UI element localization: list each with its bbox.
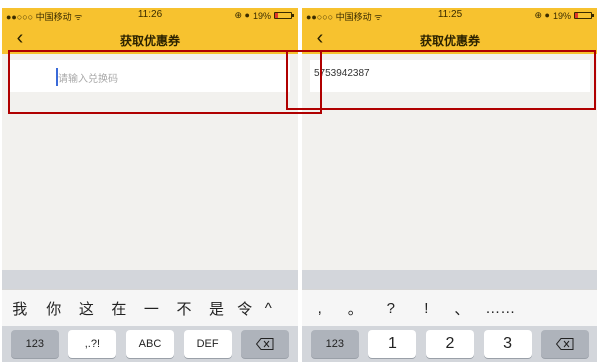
alarm-icon: ⊕ ● <box>234 10 250 20</box>
candidate-item[interactable]: 不 <box>168 298 201 319</box>
candidate-item[interactable]: …… <box>480 300 521 317</box>
key-label: 3 <box>503 335 513 352</box>
candidate-item[interactable]: 你 <box>38 298 71 319</box>
key-123[interactable]: 123 <box>310 330 359 358</box>
candidate-item[interactable]: 是 <box>200 298 233 319</box>
key-label: 2 <box>445 335 455 352</box>
candidate-bar: 我 你 这 在 一 不 是 令 ^ <box>2 289 298 326</box>
key-punct[interactable]: ,.?! <box>68 330 117 358</box>
candidate-item[interactable]: 这 <box>70 298 103 319</box>
keyboard-row: 123 ,.?! ABC DEF <box>2 326 298 362</box>
delete-key[interactable] <box>241 330 290 358</box>
key-1[interactable]: 1 <box>368 330 417 358</box>
right-phone-screen: ●●○○○ 中国移动 ᯤ 11:25 ⊕ ● 19% ‹ 获取优惠券 57539… <box>302 8 597 362</box>
left-phone-screen: ●●○○○ 中国移动 ᯤ 11:26 ⊕ ● 19% ‹ 获取优惠券 请输入兑换… <box>2 8 298 362</box>
key-123[interactable]: 123 <box>10 330 59 358</box>
battery-icon <box>274 12 294 19</box>
key-label: 1 <box>387 335 397 352</box>
chevron-up-icon[interactable]: ^ <box>256 300 280 317</box>
key-abc[interactable]: ABC <box>125 330 174 358</box>
status-right: ⊕ ● 19% <box>234 10 294 21</box>
key-3[interactable]: 3 <box>483 330 532 358</box>
candidate-item[interactable]: ? <box>373 300 409 317</box>
delete-key[interactable] <box>541 330 590 358</box>
input-placeholder: 请输入兑换码 <box>58 74 118 85</box>
status-right: ⊕ ● 19% <box>534 10 594 21</box>
header-bar: ●●○○○ 中国移动 ᯤ 11:25 ⊕ ● 19% ‹ 获取优惠券 <box>302 8 597 54</box>
candidate-item[interactable]: ! <box>409 300 445 317</box>
candidate-item[interactable]: , <box>302 300 338 317</box>
battery-icon <box>574 12 594 19</box>
page-title: 获取优惠券 <box>419 34 480 48</box>
candidate-bar: , 。 ? ! 、 …… <box>302 289 597 326</box>
candidate-item[interactable]: 令 <box>233 298 257 319</box>
key-2[interactable]: 2 <box>425 330 474 358</box>
redeem-code-input[interactable]: 5753942387 <box>310 60 590 92</box>
backspace-icon <box>256 338 274 350</box>
page-title: 获取优惠券 <box>119 34 180 48</box>
candidate-item[interactable]: 一 <box>135 298 168 319</box>
candidate-item[interactable]: 、 <box>444 298 480 319</box>
status-bar: ●●○○○ 中国移动 ᯤ 11:25 ⊕ ● 19% <box>302 8 597 22</box>
nav-bar: ‹ 获取优惠券 <box>302 24 597 54</box>
battery-percent: 19% <box>252 10 271 21</box>
input-value: 5753942387 <box>314 68 370 79</box>
status-bar: ●●○○○ 中国移动 ᯤ 11:26 ⊕ ● 19% <box>2 8 298 22</box>
nav-bar: ‹ 获取优惠券 <box>2 24 298 54</box>
key-def[interactable]: DEF <box>183 330 232 358</box>
candidate-item[interactable]: 在 <box>103 298 136 319</box>
battery-percent: 19% <box>552 10 571 21</box>
redeem-code-input[interactable]: 请输入兑换码 <box>10 60 290 92</box>
backspace-icon <box>556 338 574 350</box>
header-bar: ●●○○○ 中国移动 ᯤ 11:26 ⊕ ● 19% ‹ 获取优惠券 <box>2 8 298 54</box>
alarm-icon: ⊕ ● <box>534 10 550 20</box>
candidate-item[interactable]: 。 <box>338 298 374 319</box>
keyboard-row: 123 1 2 3 <box>302 326 597 362</box>
candidate-item[interactable]: 我 <box>2 298 38 319</box>
